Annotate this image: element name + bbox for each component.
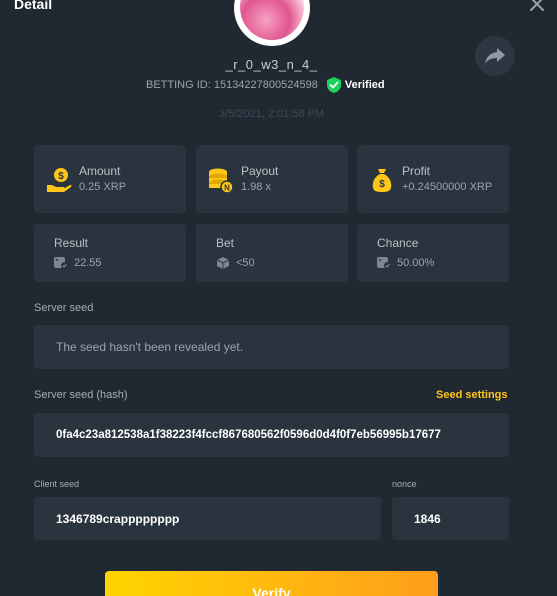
chance-card: Chance 50.00% xyxy=(357,224,509,282)
chance-label: Chance xyxy=(377,236,419,250)
server-seed-hash-field[interactable]: 0fa4c23a812538a1f38223f4fccf867680562f05… xyxy=(34,413,509,457)
betting-id: BETTING ID: 15134227800524598 xyxy=(146,79,318,91)
coin-stack-icon: N xyxy=(209,168,234,193)
dialog-title: Detail xyxy=(14,0,53,12)
result-card: Result 22.55 xyxy=(34,224,186,282)
server-seed-hash-label: Server seed (hash) xyxy=(34,389,128,401)
server-seed-label: Server seed xyxy=(34,302,94,314)
profit-value: +0.24500000 XRP xyxy=(402,181,493,193)
payout-label: Payout xyxy=(241,164,279,178)
amount-value: 0.25 XRP xyxy=(79,181,127,193)
client-seed-value: 1346789crapppppppp xyxy=(56,511,180,526)
profit-label: Profit xyxy=(402,164,431,178)
money-bag-icon: $ xyxy=(372,169,392,192)
dice-check-icon xyxy=(377,257,391,269)
username: _r_0_w3_n_4_ xyxy=(225,57,318,72)
result-label: Result xyxy=(54,236,89,250)
amount-label: Amount xyxy=(79,164,121,178)
cube-icon xyxy=(216,257,230,269)
server-seed-value: The seed hasn't been revealed yet. xyxy=(56,340,244,354)
verified-label: Verified xyxy=(344,79,385,91)
bet-label: Bet xyxy=(216,236,235,250)
seed-settings-link[interactable]: Seed settings xyxy=(436,389,508,401)
shield-check-icon xyxy=(326,77,341,93)
coin-hand-icon: $ xyxy=(47,168,72,192)
nonce-value: 1846 xyxy=(414,511,441,526)
nonce-label: nonce xyxy=(392,479,417,489)
bet-value: <50 xyxy=(236,257,255,269)
bet-date: 3/5/2021, 2:01:58 PM xyxy=(218,108,325,120)
close-icon[interactable] xyxy=(527,0,547,14)
svg-text:N: N xyxy=(224,184,230,193)
verify-button[interactable]: Verify xyxy=(105,571,438,596)
dice-check-icon xyxy=(54,257,68,269)
nonce-field[interactable]: 1846 xyxy=(392,497,509,540)
avatar xyxy=(234,0,310,46)
chance-value: 50.00% xyxy=(397,256,435,269)
svg-text:$: $ xyxy=(58,171,64,182)
verified-badge: Verified xyxy=(326,77,385,93)
server-seed-field[interactable]: The seed hasn't been revealed yet. xyxy=(34,325,509,369)
server-seed-hash-value: 0fa4c23a812538a1f38223f4fccf867680562f05… xyxy=(56,429,441,441)
payout-card: N Payout 1.98 x xyxy=(196,145,348,213)
result-value: 22.55 xyxy=(74,256,102,269)
bet-card: Bet <50 xyxy=(196,224,348,282)
svg-text:$: $ xyxy=(379,179,385,190)
profit-card: $ Profit +0.24500000 XRP xyxy=(357,145,509,213)
client-seed-label: Client seed xyxy=(34,479,80,489)
client-seed-field[interactable]: 1346789crapppppppp xyxy=(34,497,381,540)
payout-value: 1.98 x xyxy=(241,181,271,193)
amount-card: $ Amount 0.25 XRP xyxy=(34,145,186,213)
